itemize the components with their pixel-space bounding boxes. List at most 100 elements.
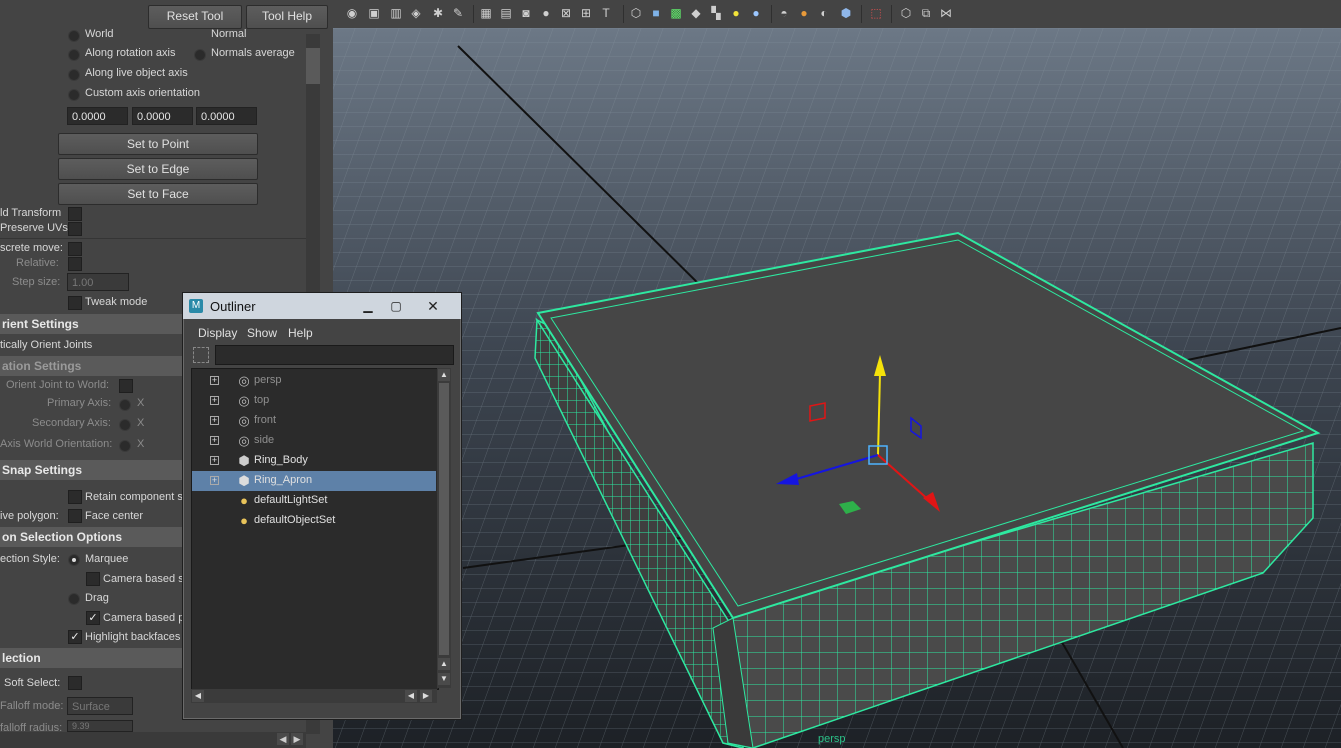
- resolution-gate-icon[interactable]: ◙: [519, 6, 533, 20]
- search-select-icon[interactable]: [193, 347, 209, 363]
- ambient-occlusion-icon[interactable]: ●: [797, 6, 811, 20]
- expand-icon[interactable]: +: [210, 396, 219, 405]
- step-size-field[interactable]: 1.00: [67, 273, 129, 291]
- outliner-horizontal-scrollbar[interactable]: ◀ ◀ ▶: [191, 689, 437, 703]
- tweak-mode-checkbox[interactable]: [68, 296, 82, 310]
- grease-pencil-icon[interactable]: ✎: [451, 6, 465, 20]
- xray-active-icon[interactable]: ⧉: [919, 6, 933, 20]
- outliner-search-input[interactable]: [215, 345, 454, 365]
- custom-axis-y-field[interactable]: 0.0000: [132, 107, 193, 125]
- menu-show[interactable]: Show: [247, 326, 277, 340]
- tree-row-ring-body[interactable]: + ⬢ Ring_Body: [192, 451, 436, 471]
- tree-row-front[interactable]: + ◎ front: [192, 411, 436, 431]
- close-icon[interactable]: ✕: [419, 297, 447, 315]
- outliner-tree[interactable]: + ◎ persp + ◎ top + ◎ front + ◎ side + ⬢…: [191, 368, 439, 690]
- tree-row-ring-apron[interactable]: + ⬢ Ring_Apron: [192, 471, 436, 491]
- expand-icon[interactable]: +: [210, 416, 219, 425]
- expand-icon[interactable]: +: [210, 436, 219, 445]
- safe-title-icon[interactable]: T: [599, 6, 613, 20]
- drag-radio[interactable]: [68, 593, 80, 605]
- tree-row-default-light-set[interactable]: ● defaultLightSet: [192, 491, 436, 511]
- film-gate-icon[interactable]: ▤: [499, 6, 513, 20]
- image-plane-icon[interactable]: ◈: [409, 6, 423, 20]
- perspective-viewport[interactable]: persp: [333, 28, 1341, 748]
- set-to-face-button[interactable]: Set to Face: [58, 183, 258, 205]
- scroll-left-icon[interactable]: ◀: [405, 690, 417, 702]
- camera-based-selection-checkbox[interactable]: [86, 572, 100, 586]
- tree-row-top[interactable]: + ◎ top: [192, 391, 436, 411]
- face-center-checkbox[interactable]: [68, 509, 82, 523]
- menu-help[interactable]: Help: [288, 326, 313, 340]
- scroll-right-icon[interactable]: ▶: [420, 690, 432, 702]
- orient-joint-to-world-checkbox[interactable]: [119, 379, 133, 393]
- xray-icon[interactable]: ◓: [777, 6, 791, 20]
- primary-axis-x-radio[interactable]: [119, 399, 131, 411]
- normals-average-radio[interactable]: [194, 49, 206, 61]
- tree-row-persp[interactable]: + ◎ persp: [192, 371, 436, 391]
- textured-icon[interactable]: ◆: [689, 6, 703, 20]
- scroll-left-icon[interactable]: ◀: [192, 690, 204, 702]
- scroll-right-arrow-icon[interactable]: ▶: [291, 733, 303, 745]
- discrete-move-checkbox[interactable]: [68, 242, 82, 256]
- motion-blur-icon[interactable]: ◐: [817, 6, 831, 20]
- falloff-radius-field[interactable]: 9.39: [67, 720, 133, 732]
- gate-mask-icon[interactable]: ●: [539, 6, 553, 20]
- scroll-up-icon[interactable]: ▲: [438, 369, 450, 381]
- camera-based-paint-checkbox[interactable]: ✓: [86, 611, 100, 625]
- outliner-vertical-scrollbar[interactable]: ▲ ▲ ▼: [437, 368, 451, 688]
- safe-action-icon[interactable]: ⊞: [579, 6, 593, 20]
- highlight-backfaces-checkbox[interactable]: ✓: [68, 630, 82, 644]
- secondary-axis-x-radio[interactable]: [119, 419, 131, 431]
- tree-row-default-object-set[interactable]: ● defaultObjectSet: [192, 511, 436, 531]
- custom-axis-orientation-radio[interactable]: [68, 89, 80, 101]
- set-to-point-button[interactable]: Set to Point: [58, 133, 258, 155]
- preserve-uvs-checkbox[interactable]: [68, 222, 82, 236]
- camera-attributes-icon[interactable]: ▣: [367, 6, 381, 20]
- node-editor-icon[interactable]: ⋈: [939, 6, 953, 20]
- tree-row-side[interactable]: + ◎ side: [192, 431, 436, 451]
- soft-select-checkbox[interactable]: [68, 676, 82, 690]
- checker-icon[interactable]: ▚: [709, 6, 723, 20]
- along-rotation-axis-radio[interactable]: [68, 49, 80, 61]
- multisample-icon[interactable]: ⬢: [839, 6, 853, 20]
- 2d-pan-zoom-icon[interactable]: ✱: [431, 6, 445, 20]
- mesh-icon: ⬢: [238, 473, 250, 488]
- scroll-down-icon[interactable]: ▼: [438, 673, 450, 685]
- reset-tool-button[interactable]: Reset Tool: [148, 5, 242, 29]
- camera-select-icon[interactable]: ◉: [345, 6, 359, 20]
- tool-settings-hscrollbar[interactable]: [0, 732, 306, 748]
- world-radio[interactable]: [68, 30, 80, 42]
- falloff-mode-dropdown[interactable]: Surface: [67, 697, 133, 715]
- field-chart-icon[interactable]: ⊠: [559, 6, 573, 20]
- menu-display[interactable]: Display: [198, 326, 237, 340]
- wireframe-icon[interactable]: ⬡: [629, 6, 643, 20]
- expand-icon[interactable]: +: [210, 476, 219, 485]
- set-to-edge-button[interactable]: Set to Edge: [58, 158, 258, 180]
- lighting-icon[interactable]: ●: [729, 6, 743, 20]
- outliner-titlebar[interactable]: M Outliner ▁ ▢ ✕: [183, 293, 461, 319]
- minimize-icon[interactable]: ▁: [355, 297, 381, 315]
- shadows-icon[interactable]: ●: [749, 6, 763, 20]
- scroll-left-arrow-icon[interactable]: ◀: [277, 733, 289, 745]
- scroll-thumb[interactable]: [439, 383, 449, 655]
- hold-transform-checkbox[interactable]: [68, 207, 82, 221]
- smooth-shade-icon[interactable]: ■: [649, 6, 663, 20]
- axis-world-orientation-x-radio[interactable]: [119, 440, 131, 452]
- custom-axis-x-field[interactable]: 0.0000: [67, 107, 128, 125]
- relative-checkbox[interactable]: [68, 257, 82, 271]
- along-live-object-axis-radio[interactable]: [68, 69, 80, 81]
- wireframe-on-shaded-icon[interactable]: ▩: [669, 6, 683, 20]
- expand-icon[interactable]: +: [210, 376, 219, 385]
- retain-component-spacing-checkbox[interactable]: [68, 490, 82, 504]
- maximize-icon[interactable]: ▢: [383, 297, 409, 315]
- tool-help-button[interactable]: Tool Help: [246, 5, 328, 29]
- custom-axis-z-field[interactable]: 0.0000: [196, 107, 257, 125]
- grid-icon[interactable]: ▦: [479, 6, 493, 20]
- xray-joints-icon[interactable]: ⬡: [899, 6, 913, 20]
- marquee-radio[interactable]: [68, 554, 80, 566]
- bookmark-icon[interactable]: ▥: [389, 6, 403, 20]
- isolate-select-icon[interactable]: ⬚: [869, 6, 883, 20]
- expand-icon[interactable]: +: [210, 456, 219, 465]
- scroll-up-icon[interactable]: ▲: [438, 658, 450, 670]
- tool-settings-scroll-thumb[interactable]: [306, 48, 320, 84]
